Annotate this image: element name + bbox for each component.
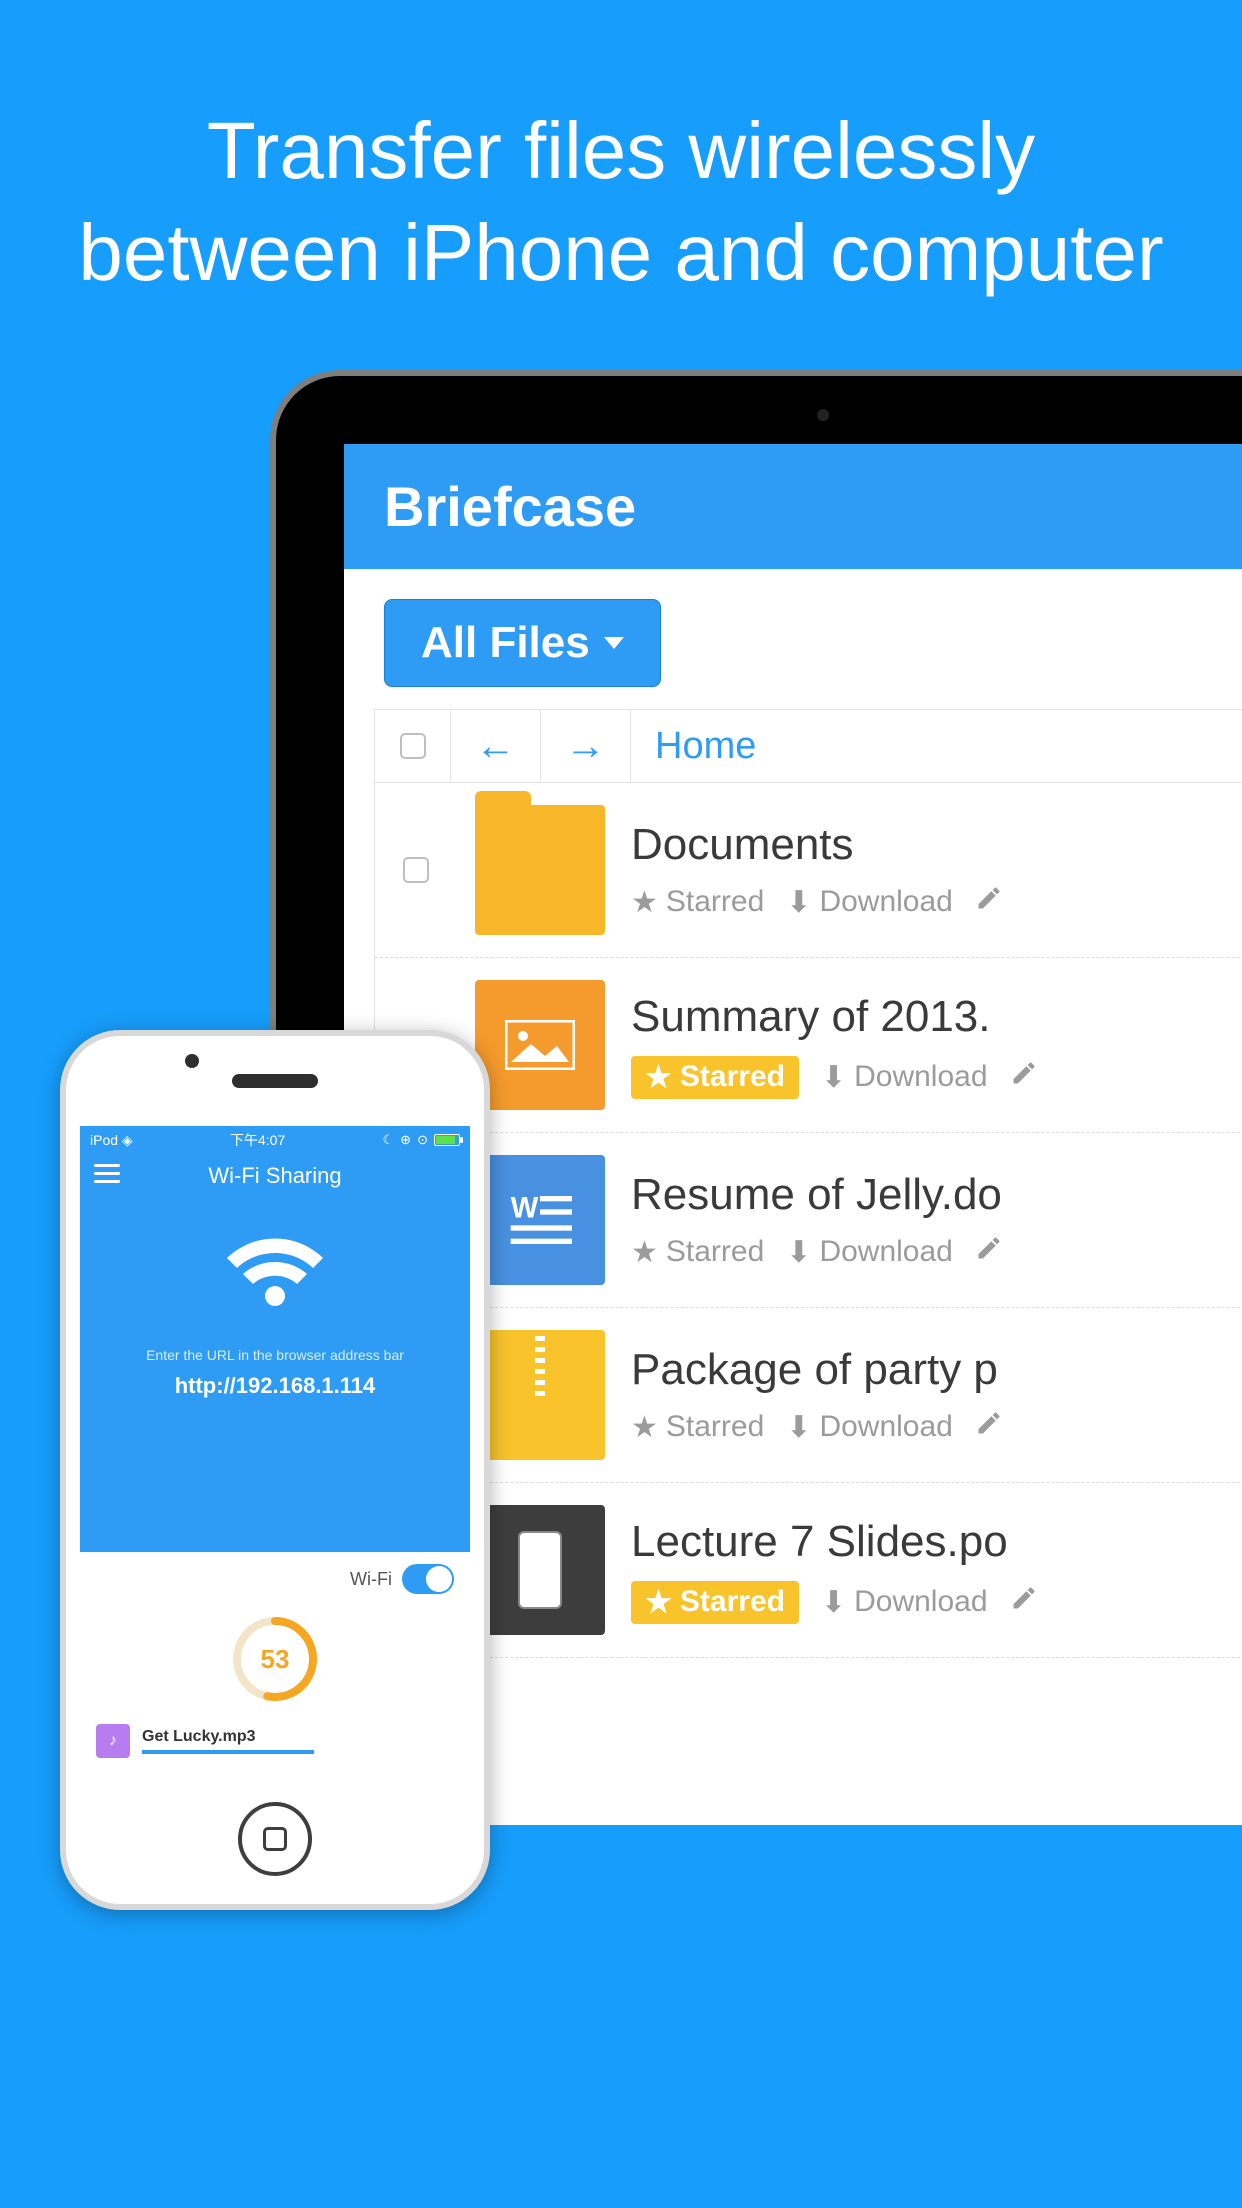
- star-action[interactable]: ★ Starred: [631, 885, 764, 920]
- status-icons: ☾ ⊕ ⊙: [383, 1132, 460, 1148]
- file-name: Lecture 7 Slides.po: [631, 1517, 1242, 1567]
- phone-camera: [185, 1054, 199, 1068]
- transfer-file-name: Get Lucky.mp3: [142, 1728, 454, 1746]
- file-row[interactable]: Documents ★ Starred ⬇ Download: [375, 783, 1242, 958]
- file-name: Summary of 2013.: [631, 992, 1242, 1042]
- phone-title: Wi-Fi Sharing: [208, 1163, 341, 1189]
- status-bar: iPod ◈ 下午4:07 ☾ ⊕ ⊙: [80, 1126, 470, 1152]
- progress-value: 53: [230, 1614, 320, 1704]
- svg-text:W: W: [511, 1191, 539, 1224]
- download-action[interactable]: ⬇ Download: [786, 1235, 953, 1270]
- file-toolbar: ← → Home: [374, 709, 1242, 783]
- wifi-toggle[interactable]: [402, 1564, 454, 1594]
- phone-speaker: [232, 1074, 318, 1088]
- download-action[interactable]: ⬇ Download: [821, 1060, 988, 1095]
- edit-icon[interactable]: [975, 884, 1003, 920]
- url-hint: Enter the URL in the browser address bar: [80, 1347, 470, 1363]
- dropdown-label: All Files: [421, 618, 590, 668]
- starred-badge[interactable]: ★ Starred: [631, 1056, 799, 1099]
- star-action[interactable]: ★ Starred: [631, 1410, 764, 1445]
- alarm-icon: ⊕: [400, 1132, 411, 1148]
- edit-icon[interactable]: [1010, 1059, 1038, 1095]
- phone-screen: iPod ◈ 下午4:07 ☾ ⊕ ⊙ Wi-Fi Sharing Enter …: [80, 1126, 470, 1774]
- select-all-checkbox[interactable]: [400, 733, 426, 759]
- web-app-title: Briefcase: [344, 444, 1242, 569]
- phone-navbar: Wi-Fi Sharing: [80, 1152, 470, 1200]
- image-file-icon: [475, 980, 605, 1110]
- nav-back-button[interactable]: ←: [476, 724, 516, 769]
- file-row[interactable]: Package of party p ★ Starred ⬇ Download: [375, 1308, 1242, 1483]
- phone-mock: iPod ◈ 下午4:07 ☾ ⊕ ⊙ Wi-Fi Sharing Enter …: [60, 1030, 490, 1910]
- file-name: Documents: [631, 820, 1242, 870]
- edit-icon[interactable]: [975, 1409, 1003, 1445]
- edit-icon[interactable]: [1010, 1584, 1038, 1620]
- transfer-progress: 53: [230, 1614, 320, 1704]
- lock-icon: ⊙: [417, 1132, 428, 1148]
- folder-icon: [475, 805, 605, 935]
- transfer-bar: [142, 1750, 314, 1754]
- file-row[interactable]: W Resume of Jelly.do ★ Starred ⬇ Downloa…: [375, 1133, 1242, 1308]
- download-action[interactable]: ⬇ Download: [786, 885, 953, 920]
- word-file-icon: W: [475, 1155, 605, 1285]
- all-files-dropdown[interactable]: All Files: [384, 599, 661, 687]
- battery-icon: [434, 1134, 460, 1146]
- hero-line-1: Transfer files wirelessly: [0, 100, 1242, 202]
- lecture-thumbnail: [475, 1505, 605, 1635]
- starred-badge[interactable]: ★ Starred: [631, 1581, 799, 1624]
- file-name: Package of party p: [631, 1345, 1242, 1395]
- hero-line-2: between iPhone and computer: [0, 202, 1242, 304]
- file-name: Resume of Jelly.do: [631, 1170, 1242, 1220]
- share-url: http://192.168.1.114: [80, 1373, 470, 1399]
- hero-headline: Transfer files wirelessly between iPhone…: [0, 0, 1242, 305]
- home-button[interactable]: [238, 1802, 312, 1876]
- laptop-camera: [817, 409, 829, 421]
- download-action[interactable]: ⬇ Download: [821, 1585, 988, 1620]
- wifi-toggle-label: Wi-Fi: [350, 1569, 392, 1590]
- file-row[interactable]: Lecture 7 Slides.po ★ Starred ⬇ Download: [375, 1483, 1242, 1658]
- download-action[interactable]: ⬇ Download: [786, 1410, 953, 1445]
- phone-lower-panel: Wi-Fi 53 ♪ Get Lucky.mp3: [80, 1552, 470, 1774]
- phone-top: [66, 1036, 484, 1126]
- chevron-down-icon: [604, 637, 624, 649]
- carrier-label: iPod ◈: [90, 1132, 133, 1149]
- moon-icon: ☾: [383, 1132, 395, 1148]
- nav-forward-button[interactable]: →: [566, 724, 606, 769]
- star-action[interactable]: ★ Starred: [631, 1235, 764, 1270]
- file-list: Documents ★ Starred ⬇ Download: [374, 783, 1242, 1658]
- row-checkbox[interactable]: [403, 857, 429, 883]
- transfer-item[interactable]: ♪ Get Lucky.mp3: [80, 1724, 470, 1774]
- wifi-icon: [80, 1230, 470, 1321]
- edit-icon[interactable]: [975, 1234, 1003, 1270]
- status-time: 下午4:07: [230, 1130, 285, 1150]
- zip-file-icon: [475, 1330, 605, 1460]
- breadcrumb[interactable]: Home: [631, 725, 756, 768]
- music-icon: ♪: [96, 1724, 130, 1758]
- file-row[interactable]: Summary of 2013. ★ Starred ⬇ Download: [375, 958, 1242, 1133]
- menu-icon[interactable]: [94, 1164, 120, 1183]
- wifi-icon: ◈: [122, 1132, 133, 1148]
